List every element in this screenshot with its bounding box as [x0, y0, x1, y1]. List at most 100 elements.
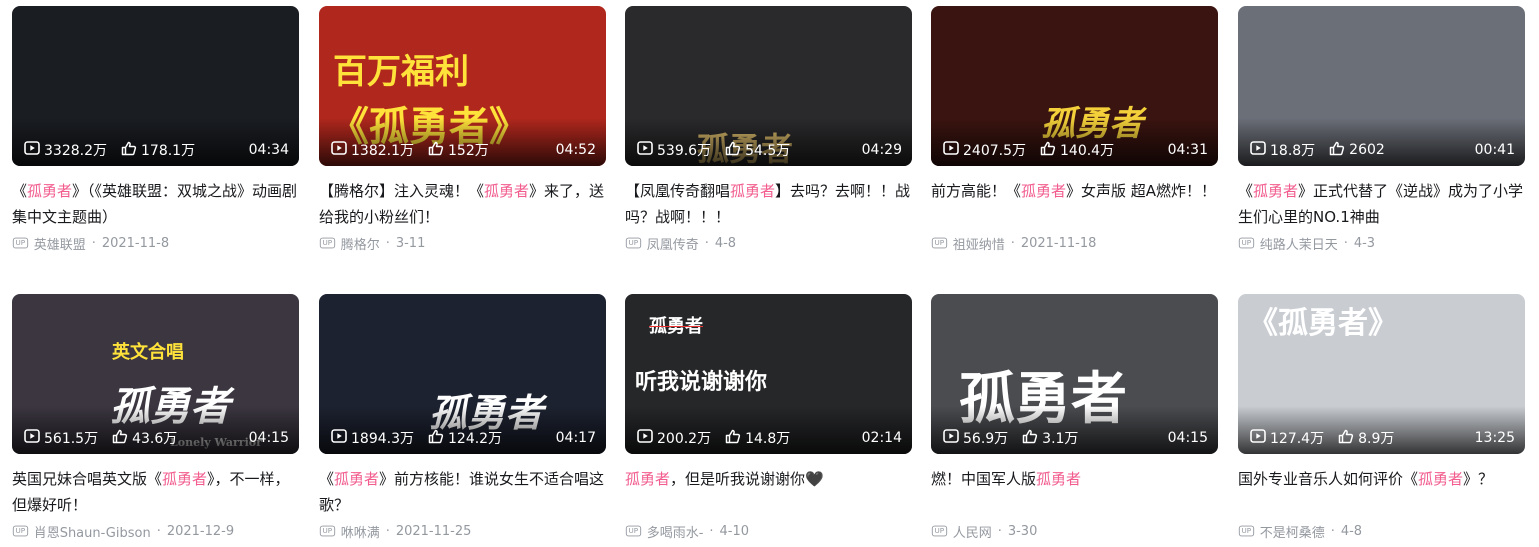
view-count: 18.8万 — [1250, 140, 1315, 160]
thumbnail-stats: 18.8万 2602 00:41 — [1238, 138, 1525, 162]
view-count: 561.5万 — [24, 428, 98, 448]
video-card[interactable]: 百万福利《孤勇者》1382.1万 152万 04:52 【腾格尔】注入灵魂！《孤… — [319, 6, 606, 253]
video-card[interactable]: 孤勇者1894.3万 124.2万 04:17 《孤勇者》前方核能！谁说女生不适… — [319, 294, 606, 541]
video-thumbnail[interactable]: 百万福利《孤勇者》1382.1万 152万 04:52 — [319, 6, 606, 166]
play-count-icon — [637, 141, 657, 159]
video-title[interactable]: 英国兄妹合唱英文版《孤勇者》，不一样，但爆好听！ — [12, 466, 299, 518]
video-card[interactable]: 《孤勇者》 127.4万 8.9万 13:25 国外专业音乐人如何评价《孤勇者》？… — [1238, 294, 1525, 541]
author-name[interactable]: 英雄联盟 — [34, 234, 86, 253]
publish-date: 2021-12-9 — [166, 523, 235, 539]
separator-dot: · — [1330, 523, 1335, 539]
thumbs-up-icon — [428, 429, 448, 448]
separator-dot: · — [709, 523, 714, 539]
title-highlight: 孤勇者 — [625, 470, 671, 488]
video-thumbnail[interactable]: 孤勇者2407.5万 140.4万 04:31 — [931, 6, 1218, 166]
video-card[interactable]: 孤勇者539.6万 54.5万 04:29 【凤凰传奇翻唱孤勇者】去吗？去啊！！… — [625, 6, 912, 253]
video-thumbnail[interactable]: 孤勇者1894.3万 124.2万 04:17 — [319, 294, 606, 454]
video-title[interactable]: 《孤勇者》正式代替了《逆战》成为了小学生们心里的NO.1神曲 — [1238, 178, 1525, 230]
video-title[interactable]: 孤勇者，但是听我说谢谢你🖤 — [625, 466, 912, 518]
video-title[interactable]: 燃！中国军人版孤勇者 — [931, 466, 1218, 518]
play-count-icon — [1250, 429, 1270, 447]
up-badge-icon: UP — [931, 237, 947, 249]
author-name[interactable]: 多喝雨水- — [647, 522, 704, 541]
title-highlight: 孤勇者 — [484, 182, 530, 200]
thumbnail-stats: 127.4万 8.9万 13:25 — [1238, 426, 1525, 450]
title-highlight: 孤勇者 — [1253, 182, 1299, 200]
view-count: 539.6万 — [637, 140, 711, 160]
video-title[interactable]: 【腾格尔】注入灵魂！《孤勇者》来了，送给我的小粉丝们！ — [319, 178, 606, 230]
title-highlight: 孤勇者 — [334, 470, 380, 488]
publish-date: 2021-11-25 — [395, 523, 472, 539]
video-thumbnail[interactable]: 孤勇者539.6万 54.5万 04:29 — [625, 6, 912, 166]
video-card[interactable]: 18.8万 2602 00:41 《孤勇者》正式代替了《逆战》成为了小学生们心里… — [1238, 6, 1525, 253]
thumbs-up-icon — [112, 429, 132, 448]
view-count: 2407.5万 — [943, 140, 1026, 160]
video-thumbnail[interactable]: 《孤勇者》 127.4万 8.9万 13:25 — [1238, 294, 1525, 454]
video-title[interactable]: 《孤勇者》（《英雄联盟：双城之战》动画剧集中文主题曲） — [12, 178, 299, 230]
thumbs-up-icon — [725, 429, 745, 448]
video-thumbnail[interactable]: 3328.2万 178.1万 04:34 — [12, 6, 299, 166]
video-card[interactable]: 3328.2万 178.1万 04:34 《孤勇者》（《英雄联盟：双城之战》动画… — [12, 6, 299, 253]
video-duration: 04:17 — [555, 430, 596, 446]
video-title[interactable]: 《孤勇者》前方核能！谁说女生不适合唱这歌？ — [319, 466, 606, 518]
view-count: 200.2万 — [637, 428, 711, 448]
video-meta: UP 咻咻满 · 2021-11-25 — [319, 522, 606, 541]
separator-dot: · — [1343, 235, 1348, 251]
publish-date: 4-8 — [714, 235, 737, 251]
thumbs-up-icon — [1338, 429, 1358, 448]
up-badge-icon: UP — [625, 237, 641, 249]
author-name[interactable]: 腾格尔 — [341, 234, 380, 253]
thumbs-up-icon — [725, 141, 745, 160]
title-highlight: 孤勇者 — [27, 182, 73, 200]
thumbs-up-icon — [1040, 141, 1060, 160]
separator-dot: · — [997, 523, 1002, 539]
video-title[interactable]: 【凤凰传奇翻唱孤勇者】去吗？去啊！！战吗？战啊！！！ — [625, 178, 912, 230]
video-thumbnail[interactable]: 18.8万 2602 00:41 — [1238, 6, 1525, 166]
up-badge-icon: UP — [12, 237, 28, 249]
author-name[interactable]: 凤凰传奇 — [647, 234, 699, 253]
title-highlight: 孤勇者 — [1021, 182, 1067, 200]
video-title[interactable]: 国外专业音乐人如何评价《孤勇者》？ — [1238, 466, 1525, 518]
author-name[interactable]: 咻咻满 — [341, 522, 380, 541]
play-count-icon — [943, 429, 963, 447]
author-name[interactable]: 人民网 — [953, 522, 992, 541]
up-badge-icon: UP — [931, 525, 947, 537]
video-thumbnail[interactable]: 孤勇者 听我说谢谢你 200.2万 14.8万 02:14 — [625, 294, 912, 454]
separator-dot: · — [385, 235, 390, 251]
video-card[interactable]: 孤勇者2407.5万 140.4万 04:31 前方高能！《孤勇者》女声版 超A… — [931, 6, 1218, 253]
play-count-icon — [943, 141, 963, 159]
separator-dot: · — [91, 235, 96, 251]
video-thumbnail[interactable]: 孤勇者 56.9万 3.1万 04:15 — [931, 294, 1218, 454]
video-meta: UP 肖恩Shaun-Gibson · 2021-12-9 — [12, 522, 299, 541]
like-count: 140.4万 — [1040, 140, 1114, 160]
up-badge-icon: UP — [319, 237, 335, 249]
separator-dot: · — [1010, 235, 1015, 251]
thumbnail-stats: 200.2万 14.8万 02:14 — [625, 426, 912, 450]
publish-date: 4-8 — [1340, 523, 1363, 539]
author-name[interactable]: 不是柯桑德 — [1260, 522, 1325, 541]
play-count-icon — [331, 141, 351, 159]
play-count-icon — [1250, 141, 1270, 159]
video-card[interactable]: 孤勇者 56.9万 3.1万 04:15 燃！中国军人版孤勇者 UP 人民网 · … — [931, 294, 1218, 541]
play-count-icon — [331, 429, 351, 447]
up-badge-icon: UP — [1238, 237, 1254, 249]
video-duration: 13:25 — [1474, 430, 1515, 446]
like-count: 178.1万 — [121, 140, 195, 160]
like-count: 54.5万 — [725, 140, 790, 160]
like-count: 8.9万 — [1338, 428, 1394, 448]
video-meta: UP 人民网 · 3-30 — [931, 522, 1218, 541]
view-count: 127.4万 — [1250, 428, 1324, 448]
video-thumbnail[interactable]: 英文合唱孤勇者Lonely Warrior561.5万 43.6万 04:15 — [12, 294, 299, 454]
video-card[interactable]: 英文合唱孤勇者Lonely Warrior561.5万 43.6万 04:15 … — [12, 294, 299, 541]
video-duration: 02:14 — [861, 430, 902, 446]
up-badge-icon: UP — [12, 525, 28, 537]
video-duration: 04:34 — [248, 142, 289, 158]
video-meta: UP 祖娅纳惜 · 2021-11-18 — [931, 234, 1218, 253]
video-title[interactable]: 前方高能！《孤勇者》女声版 超A燃炸！！ — [931, 178, 1218, 230]
author-name[interactable]: 纯路人茉日天 — [1260, 234, 1338, 253]
play-count-icon — [637, 429, 657, 447]
video-card[interactable]: 孤勇者 听我说谢谢你 200.2万 14.8万 02:14 孤勇者，但是听我说谢谢你… — [625, 294, 912, 541]
author-name[interactable]: 祖娅纳惜 — [953, 234, 1005, 253]
publish-date: 2021-11-18 — [1020, 235, 1097, 251]
author-name[interactable]: 肖恩Shaun-Gibson — [34, 522, 151, 541]
